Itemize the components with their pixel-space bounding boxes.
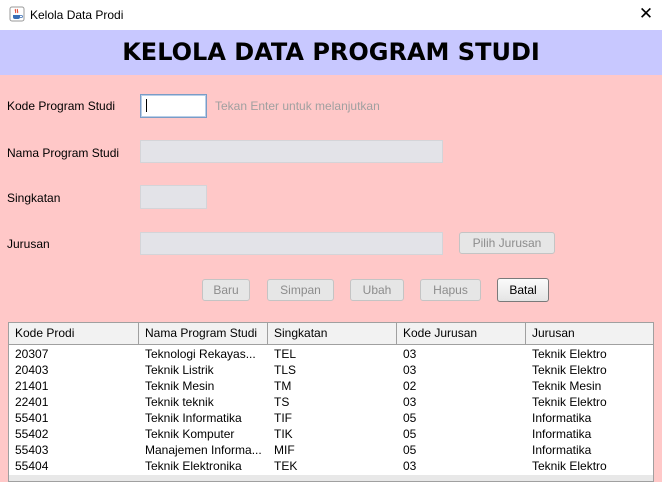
cell-jurusan: Teknik Elektro [532, 347, 607, 361]
cell-kode-prodi: 20403 [15, 363, 49, 377]
nama-program-studi-input[interactable] [140, 140, 443, 163]
cell-nama-program-studi: Teknik Mesin [145, 379, 215, 393]
jurusan-input[interactable] [140, 232, 443, 255]
cell-jurusan: Informatika [532, 411, 592, 425]
cell-kode-prodi: 21401 [15, 379, 49, 393]
column-header-nama-program-studi[interactable]: Nama Program Studi [139, 323, 268, 344]
table-header: Kode Prodi Nama Program Studi Singkatan … [9, 323, 653, 345]
prodi-table[interactable]: Kode Prodi Nama Program Studi Singkatan … [8, 322, 654, 482]
table-row[interactable]: 21401 Teknik Mesin TM 02 Teknik Mesin [9, 378, 653, 394]
cell-singkatan: TLS [274, 363, 297, 377]
table-row[interactable]: 55402 Teknik Komputer TIK 05 Informatika [9, 426, 653, 442]
table-body: 20307 Teknologi Rekayas... TEL 03 Teknik… [9, 346, 653, 474]
java-cup-icon [9, 6, 25, 22]
pilih-jurusan-button[interactable]: Pilih Jurusan [459, 232, 555, 254]
main-panel: KELOLA DATA PROGRAM STUDI Kode Program S… [0, 30, 662, 482]
cell-kode-prodi: 20307 [15, 347, 49, 361]
cell-jurusan: Teknik Elektro [532, 459, 607, 473]
cell-kode-jurusan: 03 [403, 363, 417, 377]
cell-singkatan: MIF [274, 443, 295, 457]
singkatan-input[interactable] [140, 185, 207, 209]
column-header-jurusan[interactable]: Jurusan [526, 323, 653, 344]
column-header-kode-prodi[interactable]: Kode Prodi [9, 323, 139, 344]
cell-kode-jurusan: 05 [403, 411, 417, 425]
cell-nama-program-studi: Manajemen Informa... [145, 443, 262, 457]
table-row[interactable]: 20403 Teknik Listrik TLS 03 Teknik Elekt… [9, 362, 653, 378]
window-title: Kelola Data Prodi [30, 8, 124, 22]
cell-singkatan: TEK [274, 459, 298, 473]
ubah-button[interactable]: Ubah [350, 279, 404, 301]
cell-kode-jurusan: 03 [403, 395, 417, 409]
cell-kode-prodi: 55404 [15, 459, 49, 473]
cell-jurusan: Teknik Mesin [532, 379, 602, 393]
simpan-button[interactable]: Simpan [267, 279, 334, 301]
table-row[interactable]: 20307 Teknologi Rekayas... TEL 03 Teknik… [9, 346, 653, 362]
table-row[interactable]: 22401 Teknik teknik TS 03 Teknik Elektro [9, 394, 653, 410]
horizontal-scrollbar[interactable] [9, 475, 653, 481]
cell-nama-program-studi: Teknik teknik [145, 395, 214, 409]
cell-singkatan: TIK [274, 427, 293, 441]
table-row[interactable]: 55401 Teknik Informatika TIF 05 Informat… [9, 410, 653, 426]
cell-singkatan: TS [274, 395, 290, 409]
cell-kode-jurusan: 02 [403, 379, 417, 393]
page-title: KELOLA DATA PROGRAM STUDI [122, 38, 540, 66]
close-icon[interactable]: ✕ [636, 4, 656, 24]
column-header-kode-jurusan[interactable]: Kode Jurusan [397, 323, 526, 344]
cell-kode-jurusan: 03 [403, 459, 417, 473]
cell-nama-program-studi: Teknik Elektronika [145, 459, 242, 473]
cell-kode-jurusan: 05 [403, 427, 417, 441]
column-header-singkatan[interactable]: Singkatan [268, 323, 397, 344]
cell-kode-jurusan: 05 [403, 443, 417, 457]
jurusan-label: Jurusan [7, 237, 50, 251]
cell-nama-program-studi: Teknik Informatika [145, 411, 242, 425]
cell-nama-program-studi: Teknik Listrik [145, 363, 214, 377]
hapus-button[interactable]: Hapus [420, 279, 481, 301]
cell-kode-jurusan: 03 [403, 347, 417, 361]
cell-singkatan: TIF [274, 411, 292, 425]
cell-nama-program-studi: Teknologi Rekayas... [145, 347, 256, 361]
title-bar: Kelola Data Prodi ✕ [0, 0, 662, 30]
table-row[interactable]: 55404 Teknik Elektronika TEK 03 Teknik E… [9, 458, 653, 474]
singkatan-label: Singkatan [7, 191, 61, 205]
cell-jurusan: Teknik Elektro [532, 395, 607, 409]
cell-kode-prodi: 22401 [15, 395, 49, 409]
cell-jurusan: Teknik Elektro [532, 363, 607, 377]
header-banner: KELOLA DATA PROGRAM STUDI [0, 30, 662, 75]
table-row[interactable]: 55403 Manajemen Informa... MIF 05 Inform… [9, 442, 653, 458]
cell-jurusan: Informatika [532, 443, 592, 457]
nama-label: Nama Program Studi [7, 146, 120, 160]
baru-button[interactable]: Baru [202, 279, 250, 301]
kode-label: Kode Program Studi [7, 99, 116, 113]
cell-jurusan: Informatika [532, 427, 592, 441]
kode-hint: Tekan Enter untuk melanjutkan [215, 99, 380, 113]
text-caret [146, 99, 147, 112]
cell-kode-prodi: 55403 [15, 443, 49, 457]
cell-kode-prodi: 55402 [15, 427, 49, 441]
cell-nama-program-studi: Teknik Komputer [145, 427, 235, 441]
cell-singkatan: TEL [274, 347, 297, 361]
cell-singkatan: TM [274, 379, 292, 393]
kode-program-studi-input[interactable] [140, 94, 207, 118]
batal-button[interactable]: Batal [497, 278, 549, 302]
cell-kode-prodi: 55401 [15, 411, 49, 425]
